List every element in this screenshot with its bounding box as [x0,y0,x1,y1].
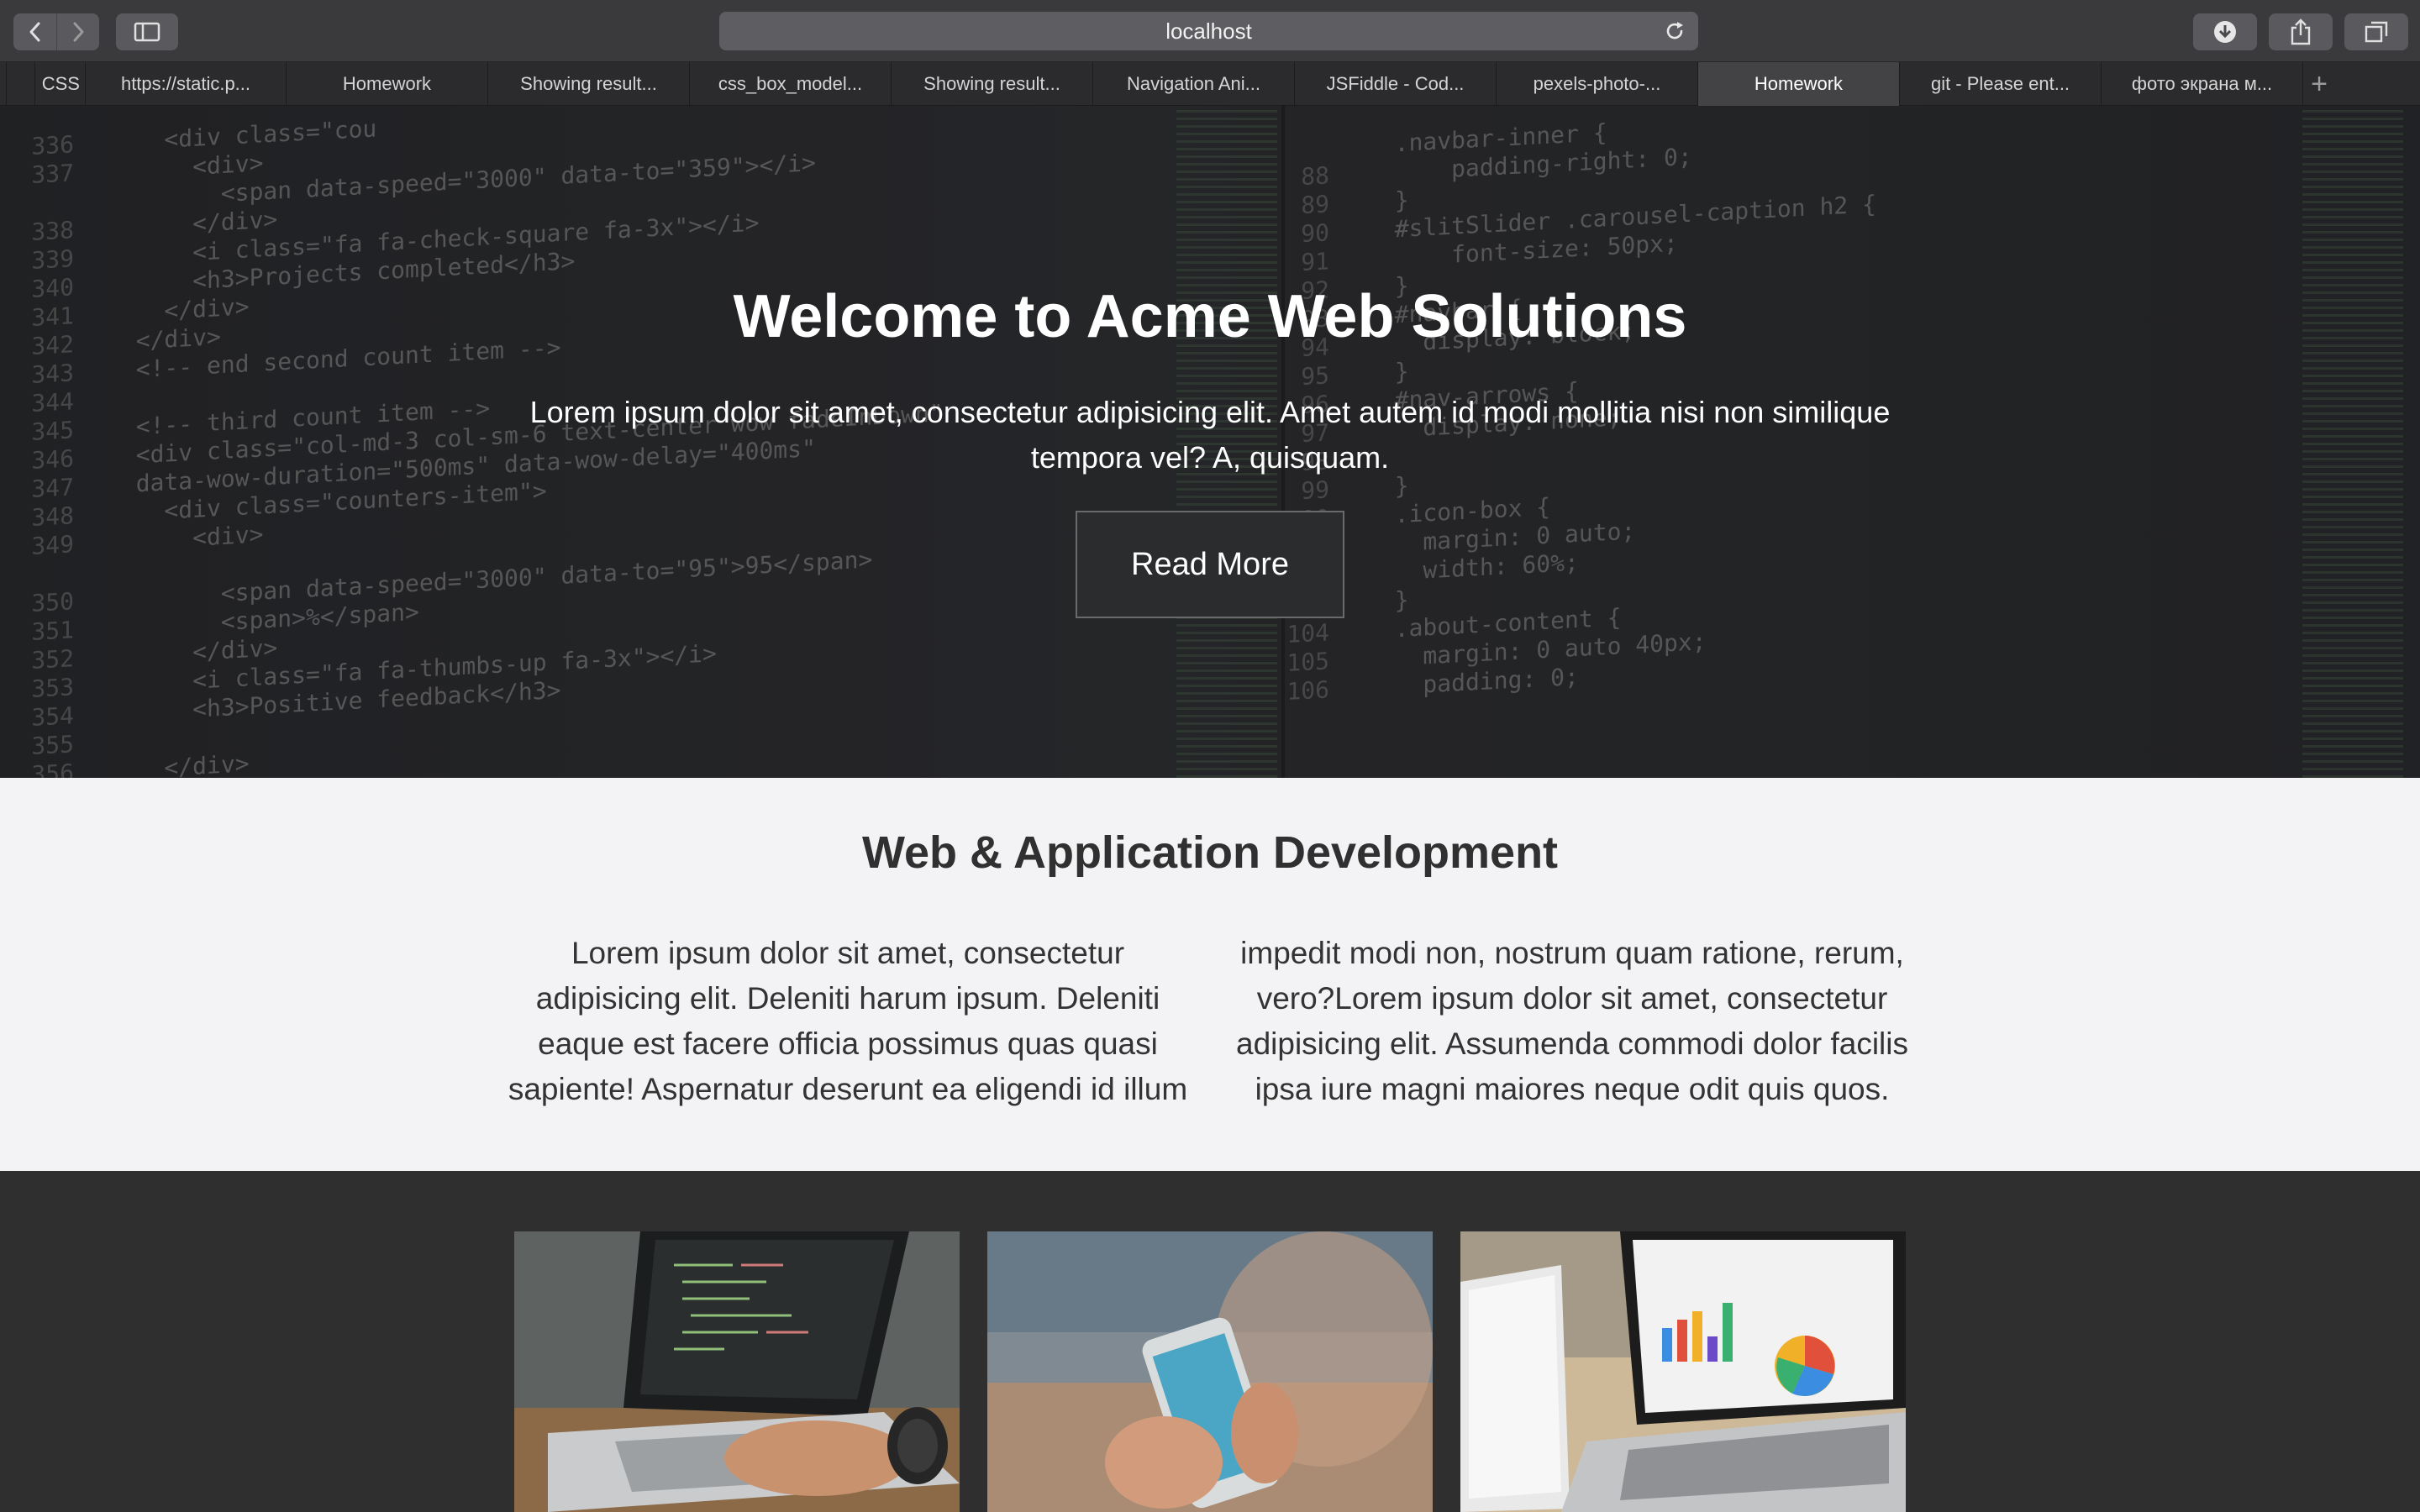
share-icon [2291,18,2311,45]
tab-homework[interactable]: Homework [287,62,488,106]
tab-bar: CSS https://static.p... Homework Showing… [0,62,2420,106]
plus-icon: + [2311,67,2328,100]
share-button[interactable] [2269,13,2333,50]
laptop-coding-photo [514,1231,960,1512]
browser-toolbar: localhost [0,0,2420,62]
tab-navigation-ani[interactable]: Navigation Ani... [1093,62,1295,106]
tab-pinned-1[interactable] [0,62,7,106]
smartphone-photo [987,1231,1433,1512]
downloads-button[interactable] [2193,13,2257,50]
read-more-button[interactable]: Read More [1076,511,1344,618]
text-column-right: impedit modi non, nostrum quam ratione, … [1236,936,1908,1106]
tab-label: Navigation Ani... [1127,73,1260,94]
chevron-right-icon [73,22,84,42]
tab-label: Homework [1754,73,1844,94]
tab-css-box-model[interactable]: css_box_model... [690,62,892,106]
tab-homework-active[interactable]: Homework [1698,62,1900,106]
nav-button-group [13,13,99,50]
address-bar[interactable]: localhost [719,12,1698,50]
tab-pexels-photo[interactable]: pexels-photo-... [1497,62,1698,106]
hero-title: Welcome to Acme Web Solutions [733,283,1687,350]
tab-css[interactable]: CSS [35,62,86,106]
forward-button[interactable] [56,13,99,50]
tab-label: css_box_model... [718,73,863,94]
tab-label: https://static.p... [120,73,251,94]
tab-screen-photo[interactable]: фото экрана м... [2102,62,2303,106]
tab-label: pexels-photo-... [1533,73,1661,94]
tab-jsfiddle[interactable]: JSFiddle - Cod... [1295,62,1497,106]
reload-icon[interactable] [1663,19,1686,43]
tab-pinned-2[interactable] [7,62,35,106]
url-text: localhost [1165,18,1252,44]
tab-showing-result-1[interactable]: Showing result... [488,62,690,106]
gallery-section [0,1171,2420,1512]
gallery-card-laptop-coding[interactable] [514,1231,960,1512]
text-column-left: Lorem ipsum dolor sit amet, consectetur … [508,936,1188,1106]
download-icon [2214,21,2236,43]
hero-section: 336 <div class="cou 337 <div> <span data-… [0,106,2420,778]
section-title: Web & Application Development [861,827,1559,878]
gallery-card-smartphone[interactable] [987,1231,1433,1512]
development-section: Web & Application Development Lorem ipsu… [0,778,2420,1171]
tab-label: Homework [342,73,432,94]
tab-label: Showing result... [923,73,1060,94]
hero-subtitle: Lorem ipsum dolor sit amet, consectetur … [529,395,1891,475]
tab-label: git - Please ent... [1930,73,2070,94]
tab-label: JSFiddle - Cod... [1326,73,1465,94]
tab-static[interactable]: https://static.p... [86,62,287,106]
gallery-card-laptop-charts[interactable] [1460,1231,1906,1512]
tab-git[interactable]: git - Please ent... [1900,62,2102,106]
sidebar-toggle-button[interactable] [116,13,178,50]
sidebar-icon [134,22,160,42]
new-tab-button[interactable]: + [2303,62,2335,106]
tab-label: CSS [41,73,80,94]
tab-label: фото экрана м... [2131,73,2273,94]
tab-overview-icon [2365,21,2388,43]
tab-label: Showing result... [520,73,657,94]
tab-showing-result-2[interactable]: Showing result... [892,62,1093,106]
laptop-charts-photo [1460,1231,1906,1512]
tab-overview-button[interactable] [2344,13,2408,50]
chevron-left-icon [29,22,39,42]
back-button[interactable] [13,13,56,50]
